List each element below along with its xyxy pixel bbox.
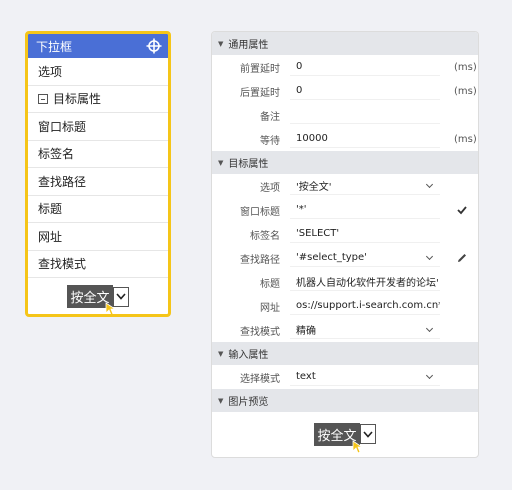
mouse-cursor-icon xyxy=(352,439,362,454)
section-target-header[interactable]: ▼ 目标属性 xyxy=(212,151,478,174)
url-input[interactable]: os://support.i-search.com.cn*' xyxy=(290,297,440,315)
list-item-find-path[interactable]: 查找路径 xyxy=(28,168,168,196)
row-title: 标题 机器人自动化软件开发者的论坛' xyxy=(212,270,478,294)
chevron-down-icon xyxy=(425,180,434,189)
collapse-triangle-icon: ▼ xyxy=(218,39,224,48)
check-icon[interactable] xyxy=(456,204,468,219)
option-select[interactable]: '按全文' xyxy=(290,177,440,195)
collapse-triangle-icon: ▼ xyxy=(218,158,224,167)
list-item-find-mode[interactable]: 查找模式 xyxy=(28,251,168,278)
row-select-mode: 选择模式 text xyxy=(212,365,478,389)
element-preview: 按全文 xyxy=(28,278,168,314)
row-note: 备注 xyxy=(212,103,478,127)
chevron-down-icon xyxy=(425,324,434,333)
row-wait: 等待 10000 (ms) xyxy=(212,127,478,151)
row-url: 网址 os://support.i-search.com.cn*' xyxy=(212,294,478,318)
row-find-path: 查找路径 '#select_type' xyxy=(212,246,478,270)
chevron-down-icon xyxy=(425,371,434,380)
dropdown-card-header: 下拉框 xyxy=(28,34,168,58)
list-item-option[interactable]: 选项 xyxy=(28,58,168,86)
image-preview: 按全文 xyxy=(212,412,478,456)
title-input[interactable]: 机器人自动化软件开发者的论坛' xyxy=(290,273,440,291)
dropdown-element-card: 下拉框 选项 目标属性 窗口标题 标签名 查找路径 标题 网址 查找模式 按全文 xyxy=(25,31,171,317)
row-post-delay: 后置延时 0 (ms) xyxy=(212,79,478,103)
select-mode-select[interactable]: text xyxy=(290,368,440,386)
row-window-title: 窗口标题 '*' xyxy=(212,198,478,222)
section-image-header[interactable]: ▼ 图片预览 xyxy=(212,389,478,412)
list-item-window-title[interactable]: 窗口标题 xyxy=(28,113,168,141)
crosshair-icon[interactable] xyxy=(146,38,162,54)
mouse-cursor-icon xyxy=(105,302,115,314)
window-title-input[interactable]: '*' xyxy=(290,201,440,219)
preview-select-text: 按全文 xyxy=(67,285,115,314)
edit-pencil-icon[interactable] xyxy=(456,252,468,267)
find-path-select[interactable]: '#select_type' xyxy=(290,249,440,267)
preview-chevron-icon xyxy=(112,286,129,307)
collapse-triangle-icon: ▼ xyxy=(218,396,224,405)
image-preview-text: 按全文 xyxy=(314,422,362,454)
list-item-tag-name[interactable]: 标签名 xyxy=(28,141,168,168)
wait-input[interactable]: 10000 xyxy=(290,130,440,148)
chevron-down-icon xyxy=(425,252,434,261)
note-input[interactable] xyxy=(290,106,440,124)
image-preview-chevron-icon xyxy=(359,424,376,444)
row-option: 选项 '按全文' xyxy=(212,174,478,198)
row-tag-name: 标签名 'SELECT' xyxy=(212,222,478,246)
list-item-url[interactable]: 网址 xyxy=(28,223,168,251)
pre-delay-input[interactable]: 0 xyxy=(290,58,440,76)
section-input-header[interactable]: ▼ 输入属性 xyxy=(212,342,478,365)
list-item-target-attrs[interactable]: 目标属性 xyxy=(28,86,168,113)
tag-name-input[interactable]: 'SELECT' xyxy=(290,225,440,243)
dropdown-card-title: 下拉框 xyxy=(36,39,73,54)
row-find-mode: 查找模式 精确 xyxy=(212,318,478,342)
row-pre-delay: 前置延时 0 (ms) xyxy=(212,55,478,79)
find-mode-select[interactable]: 精确 xyxy=(290,321,440,339)
section-general-header[interactable]: ▼ 通用属性 xyxy=(212,32,478,55)
properties-panel: ▼ 通用属性 前置延时 0 (ms) 后置延时 0 (ms) 备注 等待 100… xyxy=(211,31,479,458)
post-delay-input[interactable]: 0 xyxy=(290,82,440,100)
collapse-triangle-icon: ▼ xyxy=(218,349,224,358)
list-item-title[interactable]: 标题 xyxy=(28,196,168,223)
collapse-icon[interactable] xyxy=(38,93,48,104)
